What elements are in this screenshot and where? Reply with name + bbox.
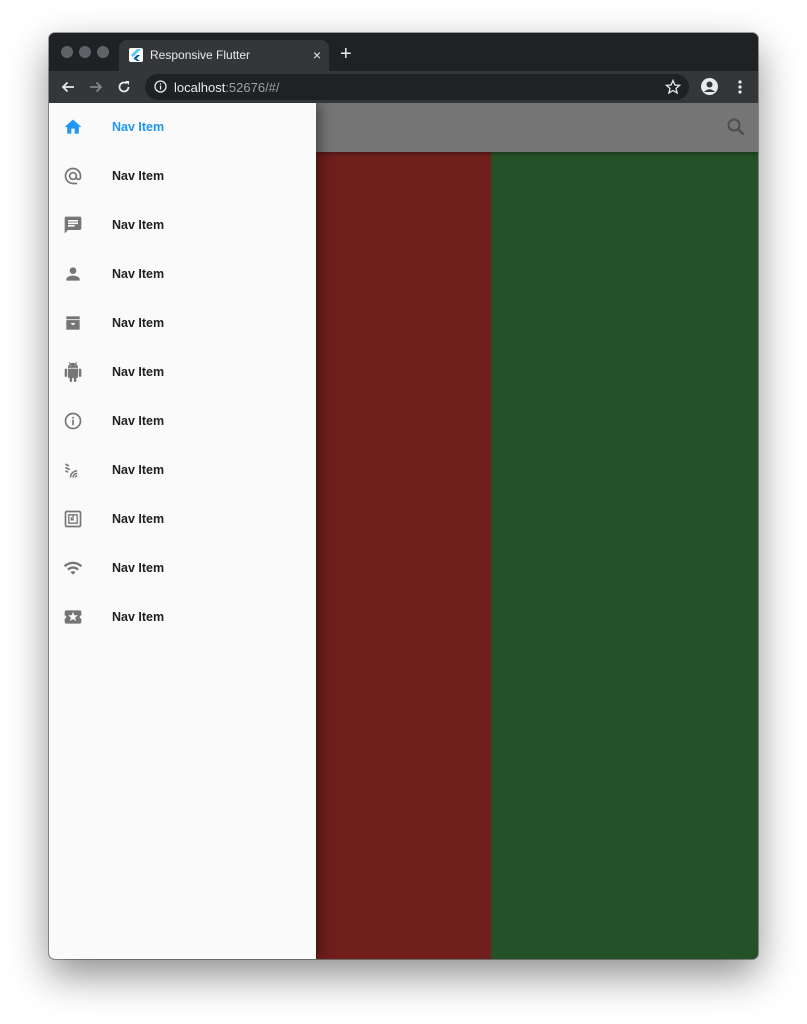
minimize-window-button[interactable]: [79, 46, 91, 58]
url-host: localhost: [174, 80, 226, 95]
reload-icon[interactable]: [115, 78, 133, 96]
nav-item-label: Nav Item: [112, 365, 165, 379]
nav-item-label: Nav Item: [112, 267, 165, 281]
forward-arrow-icon[interactable]: [87, 78, 105, 96]
nav-item-alternate-email[interactable]: Nav Item: [49, 152, 316, 201]
person-icon: [63, 264, 83, 284]
ticket-icon: [63, 607, 83, 627]
close-tab-icon[interactable]: ×: [313, 46, 321, 64]
back-arrow-icon[interactable]: [59, 78, 77, 96]
more-vert-icon[interactable]: [731, 78, 749, 96]
navigation-drawer: Nav Item Nav Item Nav Item Nav Item Nav …: [49, 103, 316, 959]
address-bar[interactable]: localhost:52676/#/: [145, 74, 689, 100]
nav-item-label: Nav Item: [112, 512, 165, 526]
nav-item-label: Nav Item: [112, 169, 165, 183]
nav-item-label: Nav Item: [112, 316, 165, 330]
chat-icon: [63, 215, 83, 235]
nav-item-chat[interactable]: Nav Item: [49, 201, 316, 250]
bookmark-star-icon[interactable]: [664, 78, 682, 100]
nav-item-wifi[interactable]: Nav Item: [49, 544, 316, 593]
browser-window: Responsive Flutter × + localhost:52676/#…: [49, 33, 758, 959]
nav-item-nfc[interactable]: Nav Item: [49, 495, 316, 544]
nav-item-local-activity[interactable]: Nav Item: [49, 593, 316, 642]
info-icon[interactable]: [154, 80, 167, 98]
at-sign-icon: [63, 166, 83, 186]
nav-item-home[interactable]: Nav Item: [49, 103, 316, 152]
nav-item-label: Nav Item: [112, 463, 165, 477]
maximize-window-button[interactable]: [97, 46, 109, 58]
nav-item-info[interactable]: Nav Item: [49, 397, 316, 446]
home-icon: [63, 117, 83, 137]
nav-item-contactless[interactable]: Nav Item: [49, 446, 316, 495]
nav-item-label: Nav Item: [112, 120, 165, 134]
url-text: localhost:52676/#/: [174, 80, 280, 95]
nav-item-android[interactable]: Nav Item: [49, 348, 316, 397]
nav-item-person[interactable]: Nav Item: [49, 250, 316, 299]
close-window-button[interactable]: [61, 46, 73, 58]
tab-strip: Responsive Flutter × +: [49, 33, 758, 71]
wifi-icon: [63, 558, 83, 578]
tab-title: Responsive Flutter: [150, 48, 251, 62]
android-icon: [63, 362, 83, 382]
info-icon: [63, 411, 83, 431]
nfc-rss-icon: [63, 460, 83, 480]
nav-item-label: Nav Item: [112, 561, 165, 575]
nav-item-label: Nav Item: [112, 414, 165, 428]
app-viewport: Nav Item Nav Item Nav Item Nav Item Nav …: [49, 103, 758, 959]
browser-tab[interactable]: Responsive Flutter ×: [119, 40, 329, 71]
search-icon[interactable]: [726, 117, 746, 142]
nav-item-archive[interactable]: Nav Item: [49, 299, 316, 348]
new-tab-button[interactable]: +: [340, 44, 352, 64]
browser-toolbar: localhost:52676/#/: [49, 71, 758, 103]
nav-item-label: Nav Item: [112, 610, 165, 624]
nfc-chip-icon: [63, 509, 83, 529]
flutter-logo-icon: [129, 48, 143, 62]
archive-icon: [63, 313, 83, 333]
nav-item-label: Nav Item: [112, 218, 165, 232]
url-path: :52676/#/: [225, 80, 280, 95]
profile-avatar-icon[interactable]: [700, 77, 718, 95]
content-panel-green: [491, 152, 758, 959]
